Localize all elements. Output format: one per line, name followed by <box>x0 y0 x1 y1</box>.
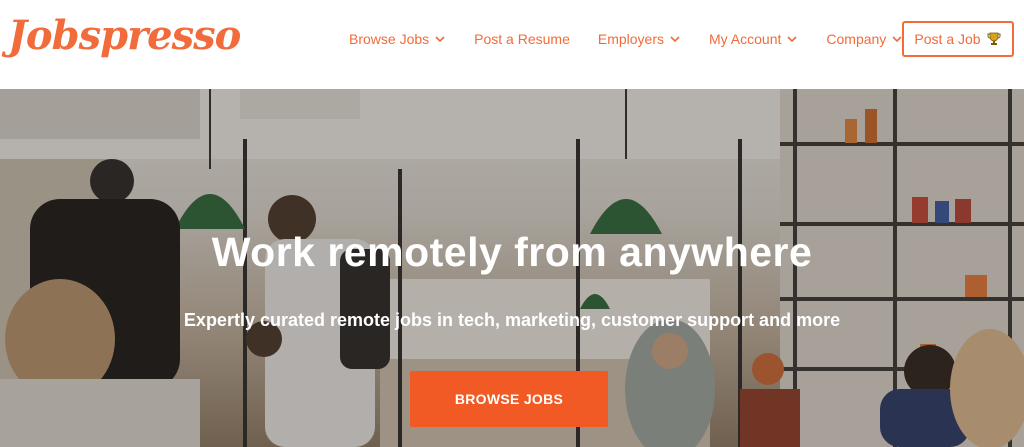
site-header: Jobspresso Browse Jobs Post a Resume Emp… <box>0 0 1024 89</box>
chevron-down-icon <box>435 36 445 43</box>
nav-company[interactable]: Company <box>826 31 903 47</box>
nav-company-label: Company <box>826 31 887 47</box>
site-logo[interactable]: Jobspresso <box>8 12 241 59</box>
nav-browse-jobs[interactable]: Browse Jobs <box>349 31 446 47</box>
nav-employers[interactable]: Employers <box>598 31 681 47</box>
hero-subtitle: Expertly curated remote jobs in tech, ma… <box>183 310 841 330</box>
hero-title: Work remotely from anywhere <box>211 229 813 275</box>
main-nav: Browse Jobs Post a Resume Employers My A… <box>349 0 931 78</box>
nav-post-resume-label: Post a Resume <box>474 31 570 47</box>
post-a-job-button[interactable]: Post a Job <box>902 21 1014 57</box>
trophy-icon <box>987 32 1001 45</box>
nav-post-resume[interactable]: Post a Resume <box>474 31 570 47</box>
nav-my-account[interactable]: My Account <box>709 31 798 47</box>
post-a-job-label: Post a Job <box>914 31 981 47</box>
nav-my-account-label: My Account <box>709 31 782 47</box>
chevron-down-icon <box>670 36 680 43</box>
nav-browse-jobs-label: Browse Jobs <box>349 31 430 47</box>
hero-section: Work remotely from anywhere Expertly cur… <box>0 89 1024 447</box>
nav-employers-label: Employers <box>597 31 665 47</box>
chevron-down-icon <box>787 36 797 43</box>
browse-jobs-button[interactable]: BROWSE JOBS <box>410 371 608 427</box>
